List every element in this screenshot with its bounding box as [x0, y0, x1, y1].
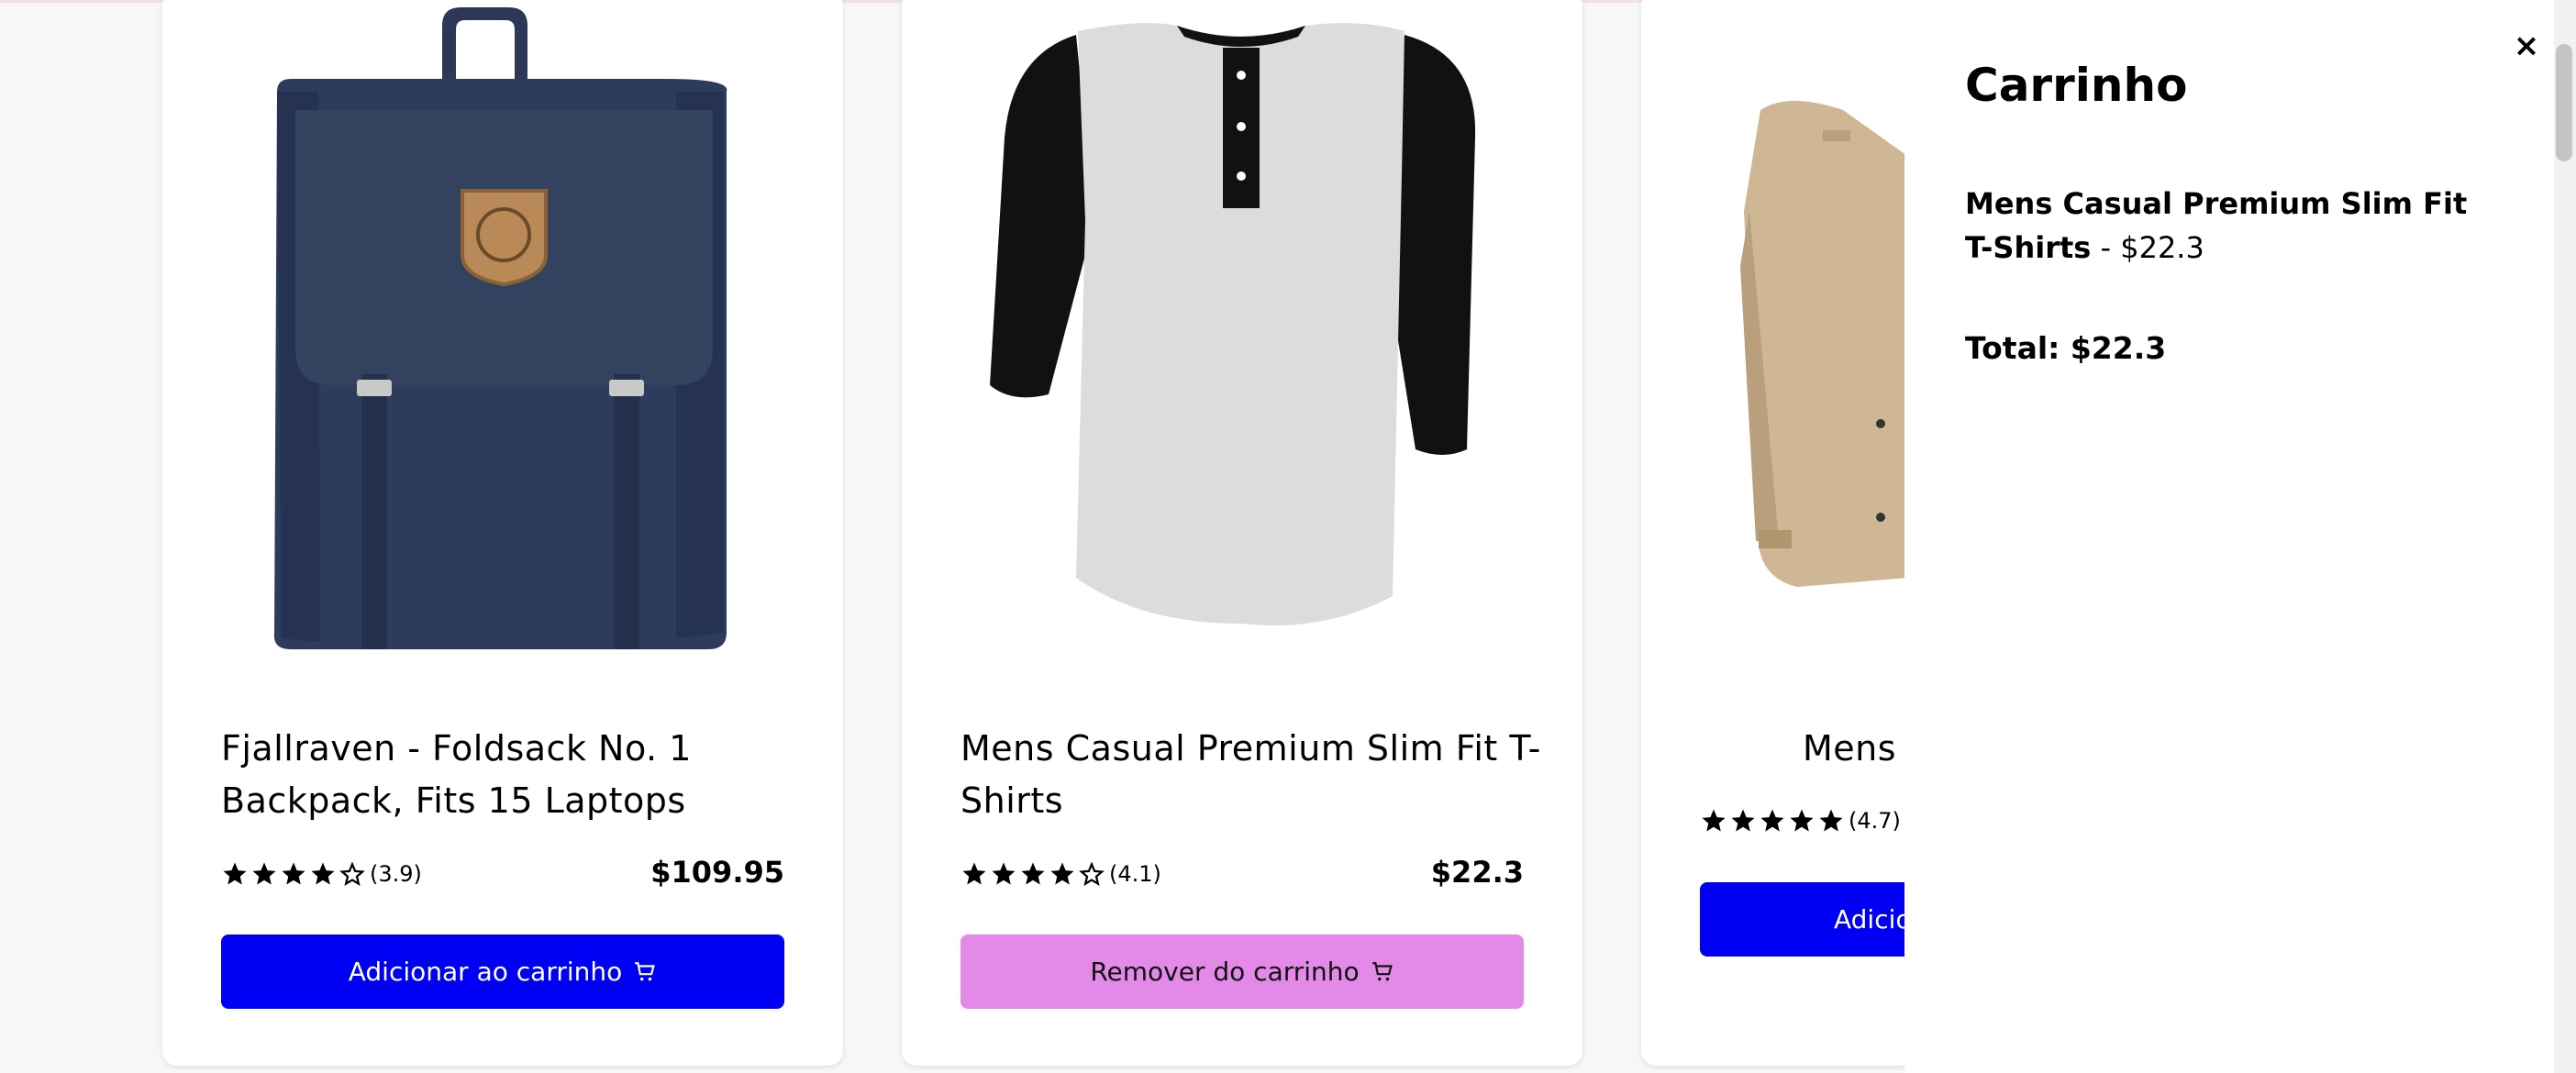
product-price: $22.3	[1430, 855, 1524, 890]
cart-item-separator: -	[2091, 230, 2121, 265]
rating-count: (3.9)	[370, 861, 422, 887]
product-image-tshirt	[990, 23, 1476, 626]
product-title: Mens Casual Premium Slim Fit T-Shirts	[960, 728, 1541, 821]
cart-item-price: $22.3	[2120, 230, 2204, 265]
star-icon	[1049, 860, 1076, 888]
cart-item: Mens Casual Premium Slim Fit T-Shirts - …	[1965, 182, 2479, 270]
star-icon	[1788, 807, 1815, 835]
star-icon	[1817, 807, 1845, 835]
product-price: $109.95	[650, 855, 784, 890]
remove-from-cart-label: Remover do carrinho	[1090, 957, 1360, 987]
add-to-cart-label: Adicio	[1834, 904, 1912, 935]
add-to-cart-button[interactable]: Adicionar ao carrinho	[221, 935, 784, 1009]
cart-icon	[1371, 960, 1394, 984]
cart-total: Total: $22.3	[1965, 330, 2167, 366]
star-icon	[1729, 807, 1757, 835]
product-card: Mens Casual Premium Slim Fit T-Shirts (4…	[902, 0, 1582, 1066]
rating-count: (4.1)	[1109, 861, 1161, 887]
star-icon	[1019, 860, 1047, 888]
star-icon	[1700, 807, 1727, 835]
cart-item-name: Mens Casual Premium Slim Fit T-Shirts	[1965, 186, 2468, 265]
rating-count: (4.7)	[1849, 808, 1901, 834]
product-image-backpack	[273, 7, 727, 649]
product-rating: (3.9)	[221, 860, 422, 888]
close-icon[interactable]: ×	[2506, 26, 2547, 66]
star-outline-icon	[1078, 860, 1105, 888]
cart-title: Carrinho	[1965, 59, 2188, 112]
remove-from-cart-button[interactable]: Remover do carrinho	[960, 935, 1524, 1009]
star-icon	[309, 860, 337, 888]
star-outline-icon	[339, 860, 366, 888]
star-icon	[250, 860, 278, 888]
product-card: Fjallraven - Foldsack No. 1 Backpack, Fi…	[162, 0, 843, 1066]
product-title: Fjallraven - Foldsack No. 1 Backpack, Fi…	[221, 728, 692, 821]
product-rating: (4.1)	[960, 860, 1161, 888]
cart-drawer: Carrinho × Mens Casual Premium Slim Fit …	[1904, 0, 2576, 1073]
star-icon	[221, 860, 249, 888]
product-rating: (4.7)	[1700, 807, 1901, 835]
star-icon	[1759, 807, 1786, 835]
star-icon	[960, 860, 988, 888]
scrollbar-thumb[interactable]	[2556, 44, 2572, 161]
star-icon	[280, 860, 307, 888]
add-to-cart-label: Adicionar ao carrinho	[348, 957, 623, 987]
cart-icon	[633, 960, 657, 984]
star-icon	[990, 860, 1017, 888]
